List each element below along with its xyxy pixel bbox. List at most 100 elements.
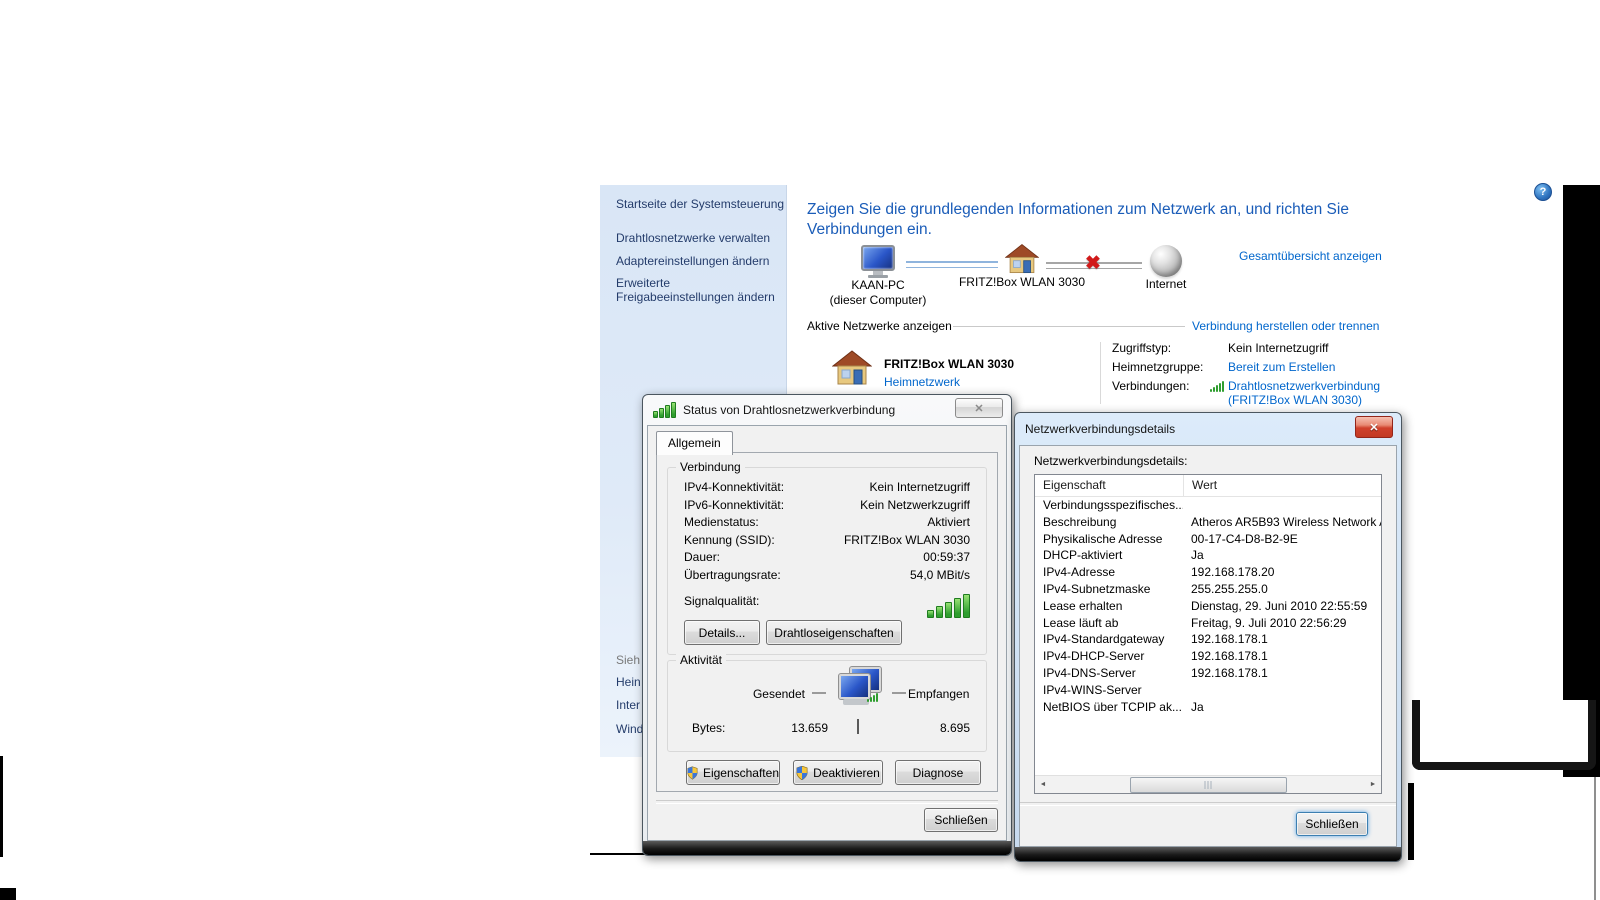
received-label: Empfangen (908, 687, 969, 701)
properties-button[interactable]: Eigenschaften (686, 760, 780, 785)
sidebar-item-firewall[interactable]: Wind (616, 722, 643, 736)
access-type-label: Zugriffstyp: (1112, 341, 1171, 355)
wireless-status-dialog: Status von Drahtlosnetzwerkverbindung ✕ … (642, 394, 1012, 856)
sidebar-item-advanced-sharing[interactable]: Erweiterte Freigabeeinstellungen ändern (616, 276, 778, 304)
details-listview[interactable]: Eigenschaft Wert Verbindungsspezifisches… (1034, 474, 1382, 794)
homegroup-link[interactable]: Bereit zum Erstellen (1228, 360, 1335, 374)
listview-header[interactable]: Eigenschaft Wert (1035, 475, 1381, 497)
window-frame-bottom (643, 841, 1011, 855)
row-label: Medienstatus: (684, 515, 759, 529)
background-window-corner (1412, 700, 1596, 770)
close-icon[interactable]: ✕ (1355, 416, 1393, 438)
status-dialog-title: Status von Drahtlosnetzwerkverbindung (683, 403, 895, 417)
connection-link-detail[interactable]: (FRITZ!Box WLAN 3030) (1228, 393, 1362, 407)
map-node-label: KAAN-PC (818, 278, 938, 293)
background-square-bottom-left (0, 888, 16, 900)
divider (656, 800, 998, 804)
background-strip (1408, 783, 1414, 860)
horizontal-scrollbar[interactable]: ◄ ► (1035, 775, 1381, 793)
map-node-internet[interactable]: Internet (1124, 245, 1208, 292)
connect-disconnect-link[interactable]: Verbindung herstellen oder trennen (1192, 319, 1379, 333)
row-label: Dauer: (684, 550, 720, 564)
row-label: Übertragungsrate: (684, 568, 781, 582)
connection-link[interactable]: Drahtlosnetzwerkverbindung (1228, 379, 1380, 393)
sidebar-item-homegroup[interactable]: Hein (616, 675, 641, 689)
map-node-label: Internet (1124, 277, 1208, 292)
row-label: IPv6-Konnektivität: (684, 498, 784, 512)
disable-button[interactable]: Deaktivieren (793, 760, 883, 785)
table-row: IPv4-Adresse192.168.178.20 (1035, 564, 1381, 581)
map-node-sublabel: (dieser Computer) (818, 293, 938, 308)
diagnose-button[interactable]: Diagnose (895, 760, 981, 785)
close-icon[interactable]: ✕ (955, 398, 1003, 418)
table-row: BeschreibungAtheros AR5B93 Wireless Netw… (1035, 514, 1381, 531)
map-node-label: FRITZ!Box WLAN 3030 (952, 275, 1092, 290)
table-row: Lease läuft abFreitag, 9. Juli 2010 22:5… (1035, 615, 1381, 632)
table-row: IPv4-Standardgateway192.168.178.1 (1035, 631, 1381, 648)
no-connection-x-icon: ✖ (1085, 252, 1101, 275)
wifi-signal-icon (653, 402, 676, 418)
disable-button-label: Deaktivieren (813, 766, 880, 780)
network-type-link[interactable]: Heimnetzwerk (884, 375, 960, 389)
dash-icon (812, 692, 826, 694)
divider (1020, 802, 1396, 806)
table-row: Lease erhaltenDienstag, 29. Juni 2010 22… (1035, 598, 1381, 615)
table-row: IPv4-Subnetzmaske255.255.255.0 (1035, 581, 1381, 598)
details-dialog-title: Netzwerkverbindungsdetails (1025, 422, 1175, 436)
signal-quality-label: Signalqualität: (684, 594, 759, 618)
sidebar-item-internet-options[interactable]: Inter (616, 698, 640, 712)
details-list-label: Netzwerkverbindungsdetails: (1034, 454, 1187, 468)
row-label: IPv4-Konnektivität: (684, 480, 784, 494)
details-button[interactable]: Details... (684, 620, 760, 645)
scroll-left-icon[interactable]: ◄ (1035, 777, 1051, 792)
row-value: FRITZ!Box WLAN 3030 (844, 533, 970, 547)
house-icon (1005, 243, 1039, 275)
sidebar-item-manage-wireless[interactable]: Drahtlosnetzwerke verwalten (616, 231, 770, 245)
row-value: Kein Netzwerkzugriff (860, 498, 970, 512)
row-label: Kennung (SSID): (684, 533, 775, 547)
background-edge-left (0, 756, 3, 857)
help-icon[interactable]: ? (1534, 183, 1552, 201)
table-row: IPv4-DNS-Server192.168.178.1 (1035, 665, 1381, 682)
status-dialog-body: Allgemein Verbindung IPv4-Konnektivität:… (647, 425, 1007, 841)
full-map-link[interactable]: Gesamtübersicht anzeigen (1239, 249, 1382, 263)
column-header-property[interactable]: Eigenschaft (1035, 475, 1184, 496)
active-network-name: FRITZ!Box WLAN 3030 (884, 357, 1014, 371)
uac-shield-icon (796, 766, 808, 780)
active-network-house-icon (832, 349, 872, 390)
table-row: IPv4-WINS-Server (1035, 682, 1381, 699)
row-value: 00:59:37 (923, 550, 970, 564)
table-row: DHCP-aktiviertJa (1035, 547, 1381, 564)
divider (1100, 342, 1101, 404)
bytes-received-value: 8.695 (908, 721, 970, 735)
details-dialog-titlebar[interactable]: Netzwerkverbindungsdetails (1015, 413, 1401, 445)
connection-group: Verbindung IPv4-Konnektivität:Kein Inter… (667, 467, 987, 655)
properties-button-label: Eigenschaften (703, 766, 779, 780)
scroll-right-icon[interactable]: ► (1365, 777, 1381, 792)
globe-icon (1150, 245, 1182, 277)
close-button[interactable]: Schließen (1296, 812, 1368, 836)
background-grey-line (1594, 777, 1596, 900)
close-button[interactable]: Schließen (924, 808, 998, 832)
activity-group-label: Aktivität (676, 653, 726, 667)
connections-label: Verbindungen: (1112, 379, 1189, 393)
row-value: Aktiviert (927, 515, 970, 529)
details-dialog-body: Netzwerkverbindungsdetails: Eigenschaft … (1019, 445, 1397, 847)
scrollbar-thumb[interactable] (1130, 777, 1287, 793)
wireless-properties-button[interactable]: Drahtloseigenschaften (766, 620, 902, 645)
row-value: 54,0 MBit/s (910, 568, 970, 582)
active-networks-header: Aktive Netzwerke anzeigen (807, 319, 952, 333)
connection-group-label: Verbindung (676, 460, 745, 474)
map-node-computer[interactable]: KAAN-PC (dieser Computer) (818, 245, 938, 308)
column-header-value[interactable]: Wert (1184, 475, 1381, 496)
sidebar-item-control-panel-home[interactable]: Startseite der Systemsteuerung (616, 197, 784, 211)
activity-computers-icon (835, 667, 883, 709)
sidebar-item-adapter-settings[interactable]: Adaptereinstellungen ändern (616, 254, 769, 268)
divider (953, 326, 1185, 327)
bytes-label: Bytes: (692, 721, 725, 735)
tab-panel: Verbindung IPv4-Konnektivität:Kein Inter… (656, 452, 998, 792)
tab-allgemein[interactable]: Allgemein (656, 431, 733, 455)
sidebar-see-also-header: Sieh (616, 653, 640, 667)
access-type-value: Kein Internetzugriff (1228, 341, 1329, 355)
divider (857, 719, 859, 734)
